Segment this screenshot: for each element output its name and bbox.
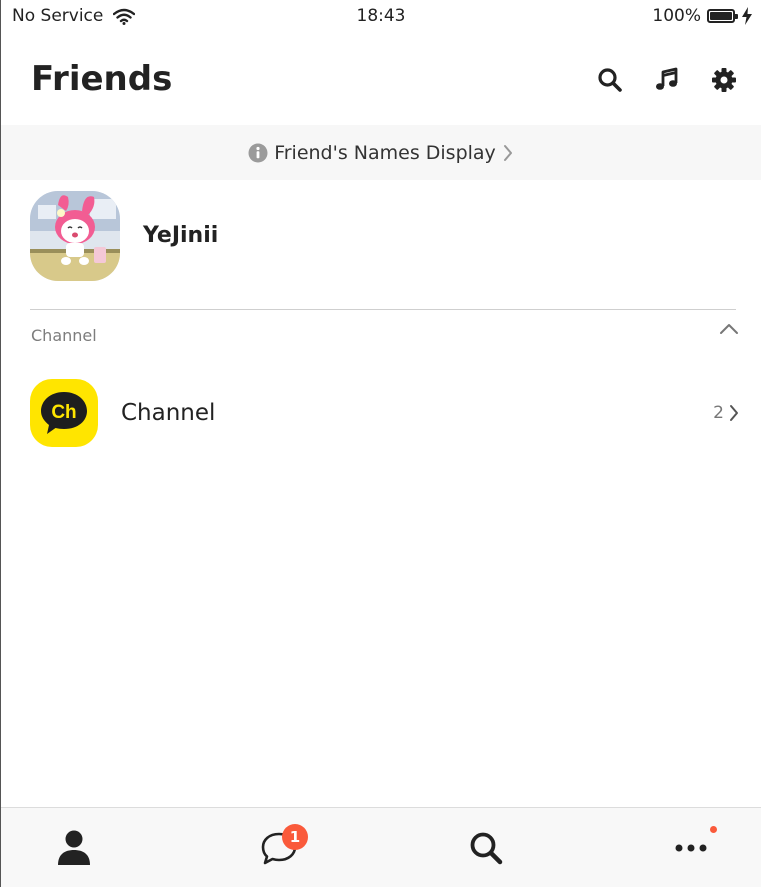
- chevron-up-icon[interactable]: [718, 320, 740, 338]
- header: Friends: [1, 34, 761, 125]
- names-banner-label: Friend's Names Display: [274, 141, 496, 164]
- avatar: [30, 190, 120, 281]
- channel-row[interactable]: Ch Channel 2: [30, 378, 740, 448]
- person-icon: [58, 830, 90, 865]
- charging-bolt-icon: [742, 7, 752, 25]
- channel-count: 2: [713, 403, 724, 423]
- profile-name: YeJinii: [143, 223, 219, 248]
- tab-bar: 1: [1, 807, 761, 887]
- more-tab[interactable]: [641, 808, 741, 887]
- channel-label: Channel: [121, 400, 216, 426]
- section-divider: [30, 309, 736, 310]
- page-title: Friends: [31, 59, 173, 99]
- search-icon[interactable]: [596, 66, 623, 93]
- channel-logo: Ch: [30, 379, 98, 447]
- my-profile-row[interactable]: YeJinii: [30, 190, 736, 281]
- music-icon[interactable]: [653, 66, 680, 93]
- search-icon: [470, 832, 503, 865]
- settings-icon[interactable]: [710, 66, 737, 93]
- friends-tab[interactable]: [24, 808, 124, 887]
- battery-icon: [707, 9, 738, 23]
- chevron-right-icon: [730, 405, 738, 421]
- info-icon: [248, 143, 268, 162]
- channel-logo-text: Ch: [51, 402, 76, 423]
- friends-names-display-banner[interactable]: Friend's Names Display: [1, 125, 761, 180]
- search-tab[interactable]: [436, 808, 536, 887]
- header-actions: [596, 66, 737, 93]
- channel-section-header: Channel: [30, 316, 740, 352]
- channel-section-title: Channel: [31, 326, 97, 345]
- status-time: 18:43: [356, 6, 406, 26]
- status-right: 100%: [652, 6, 753, 26]
- notification-dot: [710, 826, 717, 833]
- chats-tab[interactable]: 1: [229, 808, 329, 887]
- more-icon: [675, 844, 707, 852]
- battery-percent: 100%: [652, 6, 701, 26]
- chevron-right-icon: [503, 144, 512, 161]
- status-bar: No Service 18:43 100%: [1, 0, 761, 34]
- unread-badge: 1: [282, 824, 308, 850]
